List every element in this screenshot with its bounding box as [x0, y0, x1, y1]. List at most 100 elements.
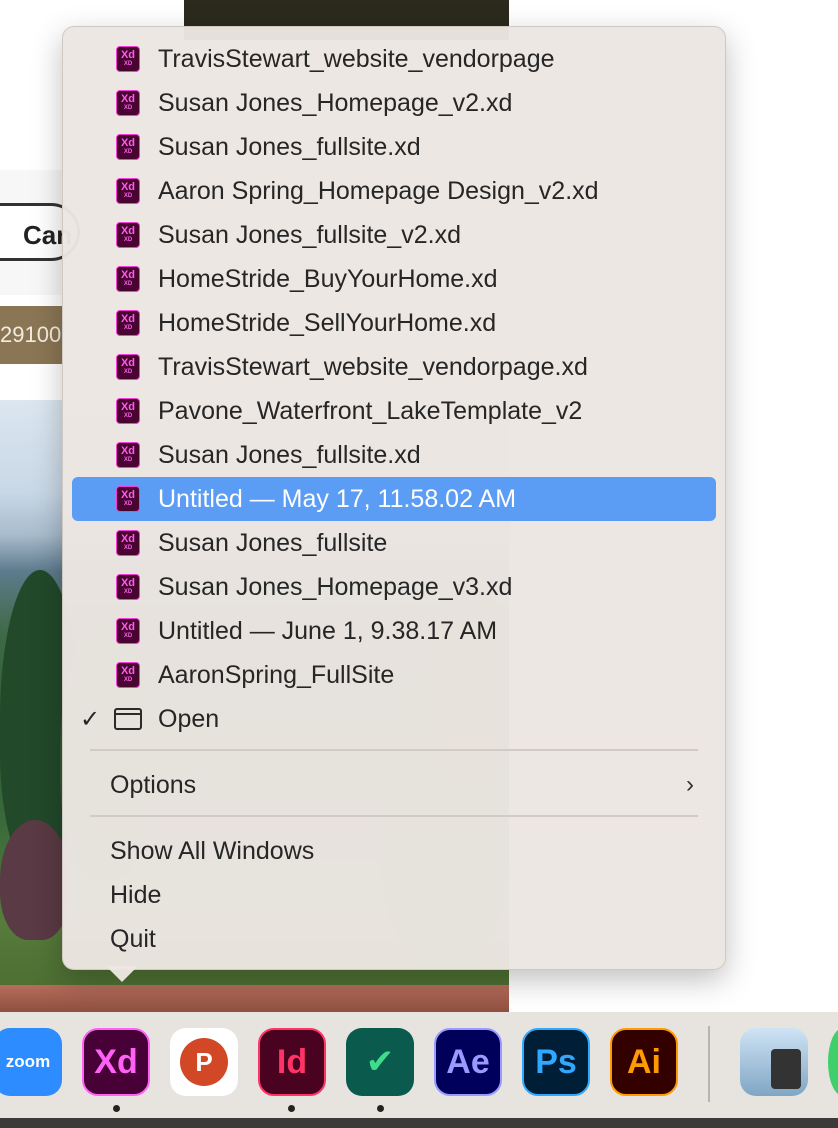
menu-item-label: Pavone_Waterfront_LakeTemplate_v2	[158, 396, 583, 425]
xd-icon-text: Xd	[120, 137, 136, 149]
menu-item-recent-file[interactable]: Xd XD Susan Jones_Homepage_v3.xd	[72, 565, 716, 609]
menu-item-quit[interactable]: Quit	[72, 917, 716, 961]
xd-icon-subtext: XD	[123, 149, 133, 155]
adobe-xd-file-icon: Xd XD	[116, 398, 140, 424]
menu-item-label: Untitled — June 1, 9.38.17 AM	[158, 616, 498, 645]
menu-item-label: Untitled — May 17, 11.58.02 AM	[158, 484, 517, 513]
menu-item-label: Aaron Spring_Homepage Design_v2.xd	[158, 176, 599, 205]
xd-icon-text: Xd	[120, 401, 136, 413]
xd-icon-subtext: XD	[123, 501, 133, 507]
menu-item-show-all-windows[interactable]: Show All Windows	[72, 829, 716, 873]
xd-icon-subtext: XD	[123, 237, 133, 243]
xd-icon-subtext: XD	[123, 105, 133, 111]
menu-item-recent-file[interactable]: Xd XD Aaron Spring_Homepage Design_v2.xd	[72, 169, 716, 213]
dock-app-zoom[interactable]: zoom	[0, 1028, 62, 1096]
menu-item-recent-file[interactable]: Xd XD Susan Jones_fullsite.xd	[72, 433, 716, 477]
dock-divider	[708, 1026, 710, 1102]
adobe-xd-file-icon: Xd XD	[116, 266, 140, 292]
menu-item-open[interactable]: ✓ Open	[72, 697, 716, 741]
running-indicator-ticktick	[377, 1105, 384, 1112]
xd-icon-text: Xd	[120, 533, 136, 545]
dock-app-after-effects[interactable]: Ae	[434, 1028, 502, 1096]
adobe-xd-file-icon: Xd XD	[116, 354, 140, 380]
house-roof	[0, 985, 509, 1012]
adobe-xd-file-icon: Xd XD	[116, 486, 140, 512]
xd-icon-subtext: XD	[123, 633, 133, 639]
adobe-xd-file-icon: Xd XD	[116, 46, 140, 72]
menu-item-label: HomeStride_SellYourHome.xd	[158, 308, 497, 337]
adobe-xd-file-icon: Xd XD	[116, 662, 140, 688]
menu-separator	[90, 749, 698, 751]
menu-item-label: Susan Jones_fullsite	[158, 528, 388, 557]
dock-app-indesign[interactable]: Id	[258, 1028, 326, 1096]
xd-icon-subtext: XD	[123, 281, 133, 287]
dock-bottom-edge	[0, 1118, 838, 1128]
adobe-xd-file-icon: Xd XD	[116, 134, 140, 160]
menu-pointer	[106, 966, 138, 982]
menu-item-recent-file[interactable]: Xd XD HomeStride_BuyYourHome.xd	[72, 257, 716, 301]
xd-icon-subtext: XD	[123, 677, 133, 683]
adobe-xd-file-icon: Xd XD	[116, 530, 140, 556]
dock-app-label: Ps	[535, 1042, 577, 1081]
dock-app-ticktick[interactable]: ✔	[346, 1028, 414, 1096]
menu-item-label: Susan Jones_fullsite.xd	[158, 132, 421, 161]
dock-app-preview[interactable]	[740, 1028, 808, 1096]
menu-item-label: Options	[110, 770, 197, 799]
adobe-xd-file-icon: Xd XD	[116, 574, 140, 600]
menu-item-recent-file[interactable]: Xd XD Susan Jones_Homepage_v2.xd	[72, 81, 716, 125]
adobe-xd-file-icon: Xd XD	[116, 618, 140, 644]
xd-icon-text: Xd	[120, 93, 136, 105]
menu-item-label: TravisStewart_website_vendorpage	[158, 44, 555, 73]
xd-icon-text: Xd	[120, 269, 136, 281]
menu-item-recent-file[interactable]: Xd XD TravisStewart_website_vendorpage	[72, 37, 716, 81]
adobe-xd-file-icon: Xd XD	[116, 90, 140, 116]
xd-icon-subtext: XD	[123, 589, 133, 595]
running-indicator-xd	[113, 1105, 120, 1112]
preview-icon	[771, 1049, 801, 1089]
menu-item-recent-file[interactable]: Xd XD Susan Jones_fullsite	[72, 521, 716, 565]
dock-app-powerpoint[interactable]: P	[170, 1028, 238, 1096]
menu-separator	[90, 815, 698, 817]
xd-icon-subtext: XD	[123, 545, 133, 551]
menu-item-recent-file[interactable]: Xd XD Susan Jones_fullsite_v2.xd	[72, 213, 716, 257]
menu-item-label: Susan Jones_fullsite_v2.xd	[158, 220, 461, 249]
menu-item-options[interactable]: Options ›	[72, 763, 716, 807]
dock-app-label: Ai	[627, 1042, 661, 1081]
xd-icon-text: Xd	[120, 181, 136, 193]
menu-item-label: Susan Jones_fullsite.xd	[158, 440, 421, 469]
menu-item-hide[interactable]: Hide	[72, 873, 716, 917]
dock-app-photoshop[interactable]: Ps	[522, 1028, 590, 1096]
adobe-xd-file-icon: Xd XD	[116, 222, 140, 248]
xd-icon-text: Xd	[120, 445, 136, 457]
menu-item-recent-file[interactable]: Xd XD Untitled — June 1, 9.38.17 AM	[72, 609, 716, 653]
xd-icon-subtext: XD	[123, 193, 133, 199]
menu-item-recent-file[interactable]: Xd XD TravisStewart_website_vendorpage.xd	[72, 345, 716, 389]
menu-item-recent-file[interactable]: Xd XD HomeStride_SellYourHome.xd	[72, 301, 716, 345]
price-strip: 29100	[0, 306, 62, 364]
xd-icon-subtext: XD	[123, 369, 133, 375]
xd-icon-subtext: XD	[123, 457, 133, 463]
xd-icon-text: Xd	[120, 313, 136, 325]
window-icon	[114, 708, 142, 730]
dock-app-label: Xd	[94, 1042, 138, 1081]
xd-icon-text: Xd	[120, 357, 136, 369]
xd-icon-text: Xd	[120, 577, 136, 589]
menu-item-recent-file[interactable]: Xd XD Susan Jones_fullsite.xd	[72, 125, 716, 169]
dock-app-adobe-xd[interactable]: Xd	[82, 1028, 150, 1096]
checkmark-icon: ✓	[80, 705, 101, 733]
xd-icon-text: Xd	[120, 489, 136, 501]
xd-icon-text: Xd	[120, 225, 136, 237]
dock-app-label: zoom	[5, 1052, 51, 1071]
xd-icon-subtext: XD	[123, 413, 133, 419]
xd-icon-text: Xd	[120, 49, 136, 61]
dock-app-label: ✔	[365, 1043, 395, 1081]
menu-item-recent-file[interactable]: Xd XD AaronSpring_FullSite	[72, 653, 716, 697]
menu-item-recent-file[interactable]: Xd XD Untitled — May 17, 11.58.02 AM	[72, 477, 716, 521]
menu-item-label: Quit	[110, 924, 156, 953]
menu-item-recent-file[interactable]: Xd XD Pavone_Waterfront_LakeTemplate_v2	[72, 389, 716, 433]
dock-app-illustrator[interactable]: Ai	[610, 1028, 678, 1096]
adobe-xd-file-icon: Xd XD	[116, 442, 140, 468]
menu-item-label: Open	[158, 704, 220, 733]
adobe-xd-file-icon: Xd XD	[116, 178, 140, 204]
xd-icon-subtext: XD	[123, 61, 133, 67]
